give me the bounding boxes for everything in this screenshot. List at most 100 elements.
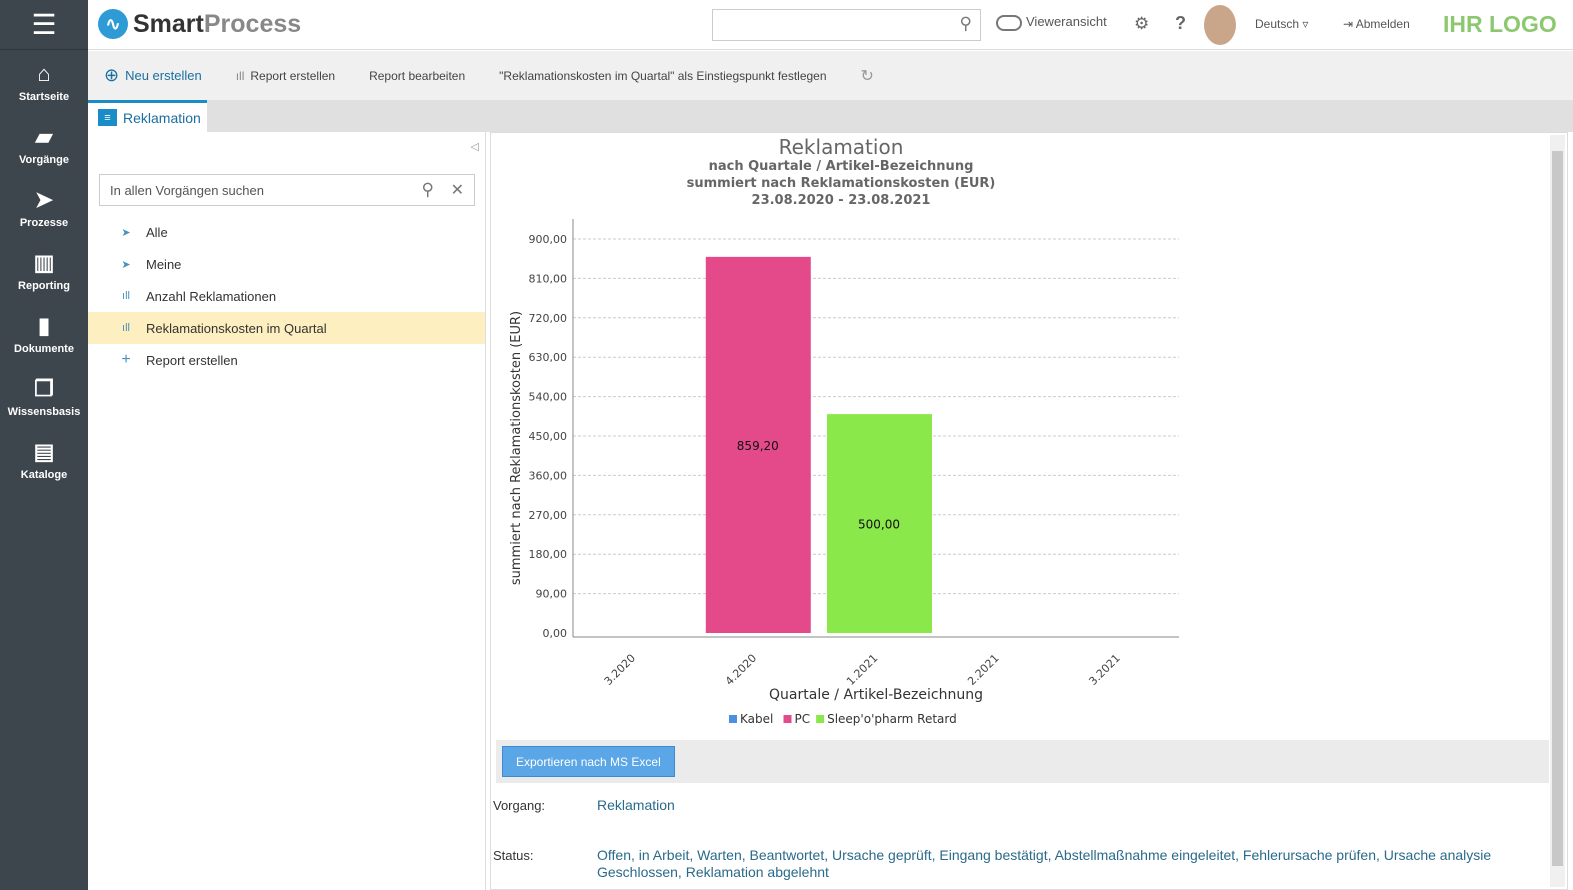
y-axis-label: summiert nach Reklamationskosten (EUR) xyxy=(509,311,524,585)
close-icon[interactable]: ✕ xyxy=(451,180,464,200)
legend-item: Kabel xyxy=(740,712,773,726)
create-report-button[interactable]: ıll Report erstellen xyxy=(236,69,335,83)
nav-reporting[interactable]: ▥ Reporting xyxy=(0,239,88,302)
tag-icon: ➤ xyxy=(121,258,131,271)
nav-prozesse[interactable]: ➤ Prozesse xyxy=(0,176,88,239)
nav-label: Vorgänge xyxy=(19,153,69,166)
scrollbar-thumb[interactable] xyxy=(1552,151,1563,866)
nav-label: Kataloge xyxy=(20,468,68,481)
nav-vorgaenge[interactable]: ▰ Vorgänge xyxy=(0,113,88,176)
collapse-icon[interactable]: ◁ xyxy=(471,140,479,153)
y-tick-label: 180,00 xyxy=(529,548,568,561)
process-search-input[interactable]: In allen Vorgängen suchen ⚲ ✕ xyxy=(99,174,475,206)
y-tick-label: 450,00 xyxy=(529,430,568,443)
list-item-meine[interactable]: ➤ Meine xyxy=(88,248,485,280)
edit-report-button[interactable]: Report bearbeiten xyxy=(369,69,465,83)
toolbar: ⊕ Neu erstellen ıll Report erstellen Repor… xyxy=(88,51,1573,100)
y-tick-label: 540,00 xyxy=(529,391,568,404)
set-entry-point-button[interactable]: "Reklamationskosten im Quartal" als Eins… xyxy=(499,69,826,83)
nav-label: Wissensbasis xyxy=(7,405,81,418)
avatar[interactable] xyxy=(1204,5,1236,45)
x-tick-label: 1.2021 xyxy=(844,652,880,688)
home-icon: ⌂ xyxy=(37,60,51,86)
nav-label: Dokumente xyxy=(14,342,74,355)
create-report-label: Report erstellen xyxy=(250,68,336,83)
book-icon: ▤ xyxy=(33,438,55,464)
list-item-anzahl[interactable]: ıll Anzahl Reklamationen xyxy=(88,280,485,312)
export-bar: Exportieren nach MS Excel xyxy=(496,740,1549,783)
x-tick-label: 4.2020 xyxy=(723,652,759,688)
legend-swatch xyxy=(816,715,825,723)
y-tick-label: 630,00 xyxy=(529,351,568,364)
brand-b: Process xyxy=(203,9,302,38)
nav-dokumente[interactable]: ▮ Dokumente xyxy=(0,302,88,365)
x-tick-label: 2.2021 xyxy=(965,652,1001,688)
legend-item: PC xyxy=(795,712,811,726)
global-search-input[interactable]: ⚲ xyxy=(712,9,981,41)
list-icon: ≡ xyxy=(98,109,117,126)
new-button[interactable]: ⊕ Neu erstellen xyxy=(104,65,202,86)
y-tick-label: 900,00 xyxy=(529,233,568,246)
x-tick-label: 3.2021 xyxy=(1086,652,1122,688)
x-axis-label: Quartale / Artikel-Bezeichnung xyxy=(769,687,983,703)
y-tick-label: 90,00 xyxy=(536,588,568,601)
logout-button[interactable]: ⇥ Abmelden xyxy=(1343,17,1410,31)
y-tick-label: 810,00 xyxy=(529,272,568,285)
list-item-kosten[interactable]: ıll Reklamationskosten im Quartal xyxy=(88,312,485,344)
nav-wissensbasis[interactable]: ❐ Wissensbasis xyxy=(0,365,88,428)
header: ∿ Smart Process ⚲ Vieweransicht ⚙ ? Deutsc… xyxy=(88,0,1573,50)
gear-icon[interactable]: ⚙ xyxy=(1134,14,1149,34)
brand-a: Smart xyxy=(133,9,204,38)
chart-icon: ıll xyxy=(122,290,130,302)
y-tick-label: 270,00 xyxy=(529,509,568,522)
legend-item: Sleep'o'pharm Retard xyxy=(827,712,957,726)
bar-chart: 0,00 90,00 180,00 270,00 360,00 450,00 540,00 6… xyxy=(509,219,1179,726)
edit-report-label: Report bearbeiten xyxy=(369,68,466,83)
custom-logo: IHR LOGO xyxy=(1443,11,1557,37)
nav-label: Startseite xyxy=(18,90,70,103)
data-label: 859,20 xyxy=(737,439,779,453)
data-label: 500,00 xyxy=(858,518,900,532)
chart-icon: ▥ xyxy=(33,249,55,275)
new-label: Neu erstellen xyxy=(125,68,202,83)
tab-label: Reklamation xyxy=(123,109,201,126)
brand-logo[interactable]: ∿ Smart Process xyxy=(98,9,301,39)
nav-label: Prozesse xyxy=(19,216,69,229)
logout-label: Abmelden xyxy=(1355,17,1410,31)
item-label: Alle xyxy=(146,224,168,240)
scrollbar[interactable] xyxy=(1550,135,1565,887)
nav-startseite[interactable]: ⌂ Startseite xyxy=(0,50,88,113)
tab-reklamation[interactable]: ≡ Reklamation xyxy=(88,100,207,132)
search-placeholder: In allen Vorgängen suchen xyxy=(110,183,264,198)
tab-bar: ≡ Reklamation xyxy=(88,100,1573,132)
nav-label: Reporting xyxy=(18,279,70,292)
copy-icon: ❐ xyxy=(34,375,54,401)
report-panel: Reklamation nach Quartale / Artikel-Beze… xyxy=(490,132,1568,890)
export-excel-button[interactable]: Exportieren nach MS Excel xyxy=(502,746,675,777)
plus-circle-icon: ⊕ xyxy=(104,65,120,85)
nav-kataloge[interactable]: ▤ Kataloge xyxy=(0,428,88,491)
language-label: Deutsch xyxy=(1255,17,1300,31)
viewer-toggle[interactable]: Vieweransicht xyxy=(996,14,1107,31)
help-icon[interactable]: ? xyxy=(1175,13,1186,34)
vorgang-link[interactable]: Reklamation xyxy=(597,797,1557,814)
refresh-icon[interactable]: ↻ xyxy=(861,66,874,86)
item-label: Report erstellen xyxy=(146,352,238,368)
status-value: Offen, in Arbeit, Warten, Beantwortet, U… xyxy=(597,847,1492,880)
logout-icon: ⇥ xyxy=(1343,17,1354,31)
y-tick-label: 720,00 xyxy=(529,312,568,325)
sidebar: ☰ ⌂ Startseite ▰ Vorgänge ➤ Prozesse ▥ Repor… xyxy=(0,0,88,890)
vorgang-label: Vorgang: xyxy=(493,798,546,813)
menu-icon[interactable]: ☰ xyxy=(0,0,88,50)
folder-icon: ▰ xyxy=(35,123,53,149)
list-item-report-erstellen[interactable]: + Report erstellen xyxy=(88,344,485,376)
legend-swatch xyxy=(729,715,737,723)
search-icon[interactable]: ⚲ xyxy=(960,14,972,34)
y-tick-label: 0,00 xyxy=(543,627,568,640)
search-icon[interactable]: ⚲ xyxy=(422,180,434,200)
viewer-label: Vieweransicht xyxy=(1026,14,1107,29)
plus-icon: + xyxy=(121,351,131,368)
list-item-alle[interactable]: ➤ Alle xyxy=(88,216,485,248)
language-select[interactable]: Deutsch ▿ xyxy=(1255,17,1308,31)
item-label: Anzahl Reklamationen xyxy=(146,288,277,304)
